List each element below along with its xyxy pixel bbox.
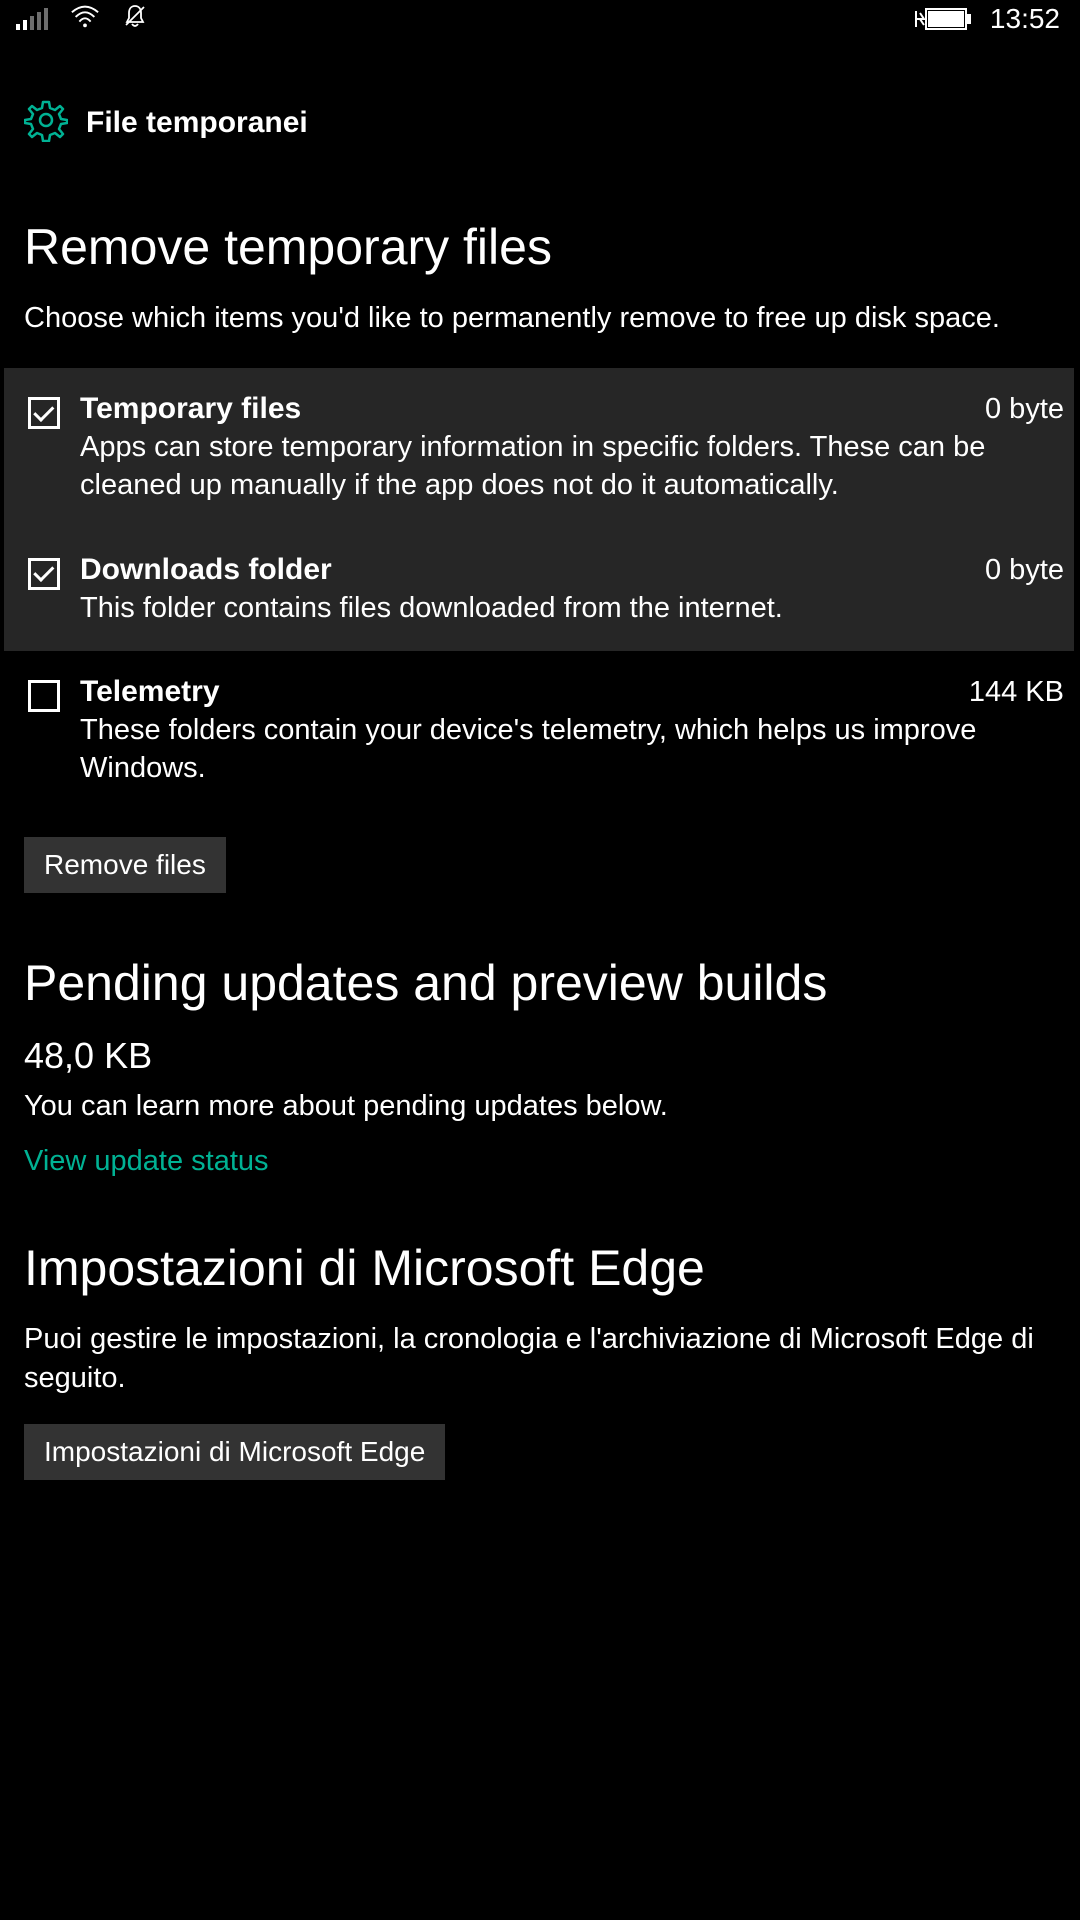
temp-items-list: Temporary files 0 byte Apps can store te…: [4, 368, 1074, 811]
item-downloads-folder[interactable]: Downloads folder 0 byte This folder cont…: [4, 529, 1074, 651]
status-bar: 13:52: [0, 0, 1080, 38]
item-title: Downloads folder: [80, 553, 332, 587]
status-clock: 13:52: [990, 3, 1060, 35]
item-title: Temporary files: [80, 392, 301, 426]
item-size: 0 byte: [985, 554, 1064, 587]
cellular-signal-icon: [16, 8, 48, 30]
checkbox-downloads-folder[interactable]: [28, 558, 60, 590]
item-desc: These folders contain your device's tele…: [80, 711, 1064, 788]
remove-files-button[interactable]: Remove files: [24, 837, 226, 893]
checkbox-temporary-files[interactable]: [28, 397, 60, 429]
pending-updates-heading: Pending updates and preview builds: [24, 953, 1056, 1013]
item-title: Telemetry: [80, 675, 220, 709]
gear-icon: [24, 98, 68, 147]
pending-updates-desc: You can learn more about pending updates…: [24, 1087, 1056, 1126]
item-temporary-files[interactable]: Temporary files 0 byte Apps can store te…: [4, 368, 1074, 529]
view-update-status-link[interactable]: View update status: [24, 1145, 269, 1178]
page-title: File temporanei: [86, 106, 308, 140]
pending-updates-size: 48,0 KB: [24, 1035, 1056, 1077]
item-desc: Apps can store temporary information in …: [80, 428, 1064, 505]
remove-temp-desc: Choose which items you'd like to permane…: [24, 299, 1056, 338]
checkbox-telemetry[interactable]: [28, 680, 60, 712]
battery-charging-icon: [914, 7, 972, 31]
item-size: 0 byte: [985, 393, 1064, 426]
edge-settings-button[interactable]: Impostazioni di Microsoft Edge: [24, 1424, 445, 1480]
item-desc: This folder contains files downloaded fr…: [80, 589, 1064, 627]
notification-bell-icon: [122, 3, 148, 36]
edge-settings-desc: Puoi gestire le impostazioni, la cronolo…: [24, 1320, 1056, 1398]
wifi-icon: [70, 4, 100, 35]
edge-settings-heading: Impostazioni di Microsoft Edge: [24, 1238, 1056, 1298]
item-telemetry[interactable]: Telemetry 144 KB These folders contain y…: [4, 651, 1074, 812]
remove-temp-heading: Remove temporary files: [24, 217, 1056, 277]
item-size: 144 KB: [969, 676, 1064, 709]
